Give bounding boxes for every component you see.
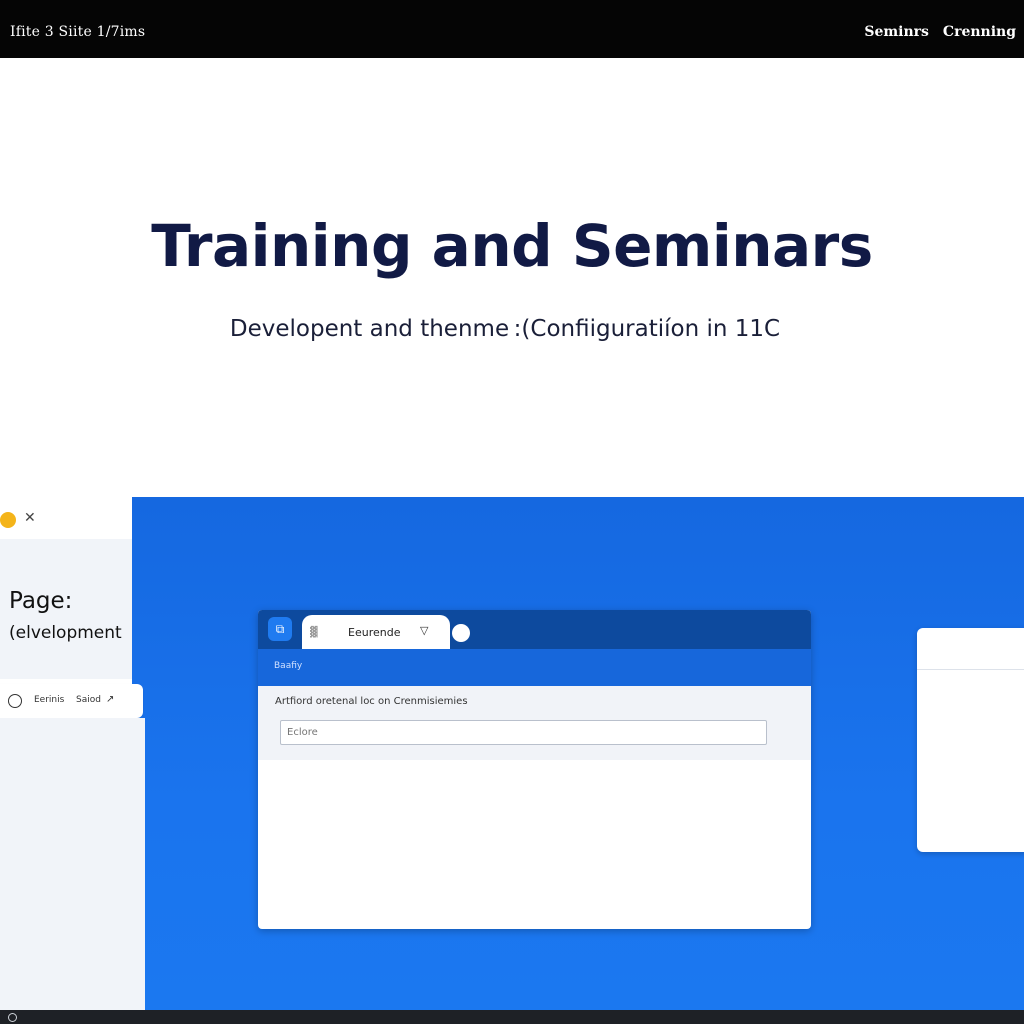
page-label: Page: bbox=[9, 588, 73, 614]
chevron-down-icon[interactable]: ▽ bbox=[420, 624, 428, 637]
page: Ifite 3 Siite 1/7ims Seminrs Crenning Tr… bbox=[0, 0, 1024, 1024]
chip-label-2[interactable]: Saiod bbox=[76, 695, 101, 705]
new-tab-icon[interactable] bbox=[452, 624, 470, 642]
page-value: (elvelopment bbox=[9, 623, 122, 643]
bottom-taskbar bbox=[0, 1010, 1024, 1024]
app-icon[interactable]: ⧉ bbox=[268, 617, 292, 641]
left-panel-lower bbox=[0, 718, 145, 1010]
address-bar[interactable]: Baafiy bbox=[258, 649, 811, 686]
user-circle-icon bbox=[8, 694, 22, 708]
tab-label: Eeurende bbox=[348, 626, 401, 639]
search-input[interactable] bbox=[280, 720, 767, 745]
address-text: Baafiy bbox=[274, 661, 303, 671]
browser-tab-bar: ⧉ ▓ Eeurende ▽ bbox=[258, 610, 811, 649]
right-card[interactable] bbox=[917, 628, 1024, 852]
site-brand[interactable]: Ifite 3 Siite 1/7ims bbox=[10, 24, 145, 40]
nav-item-seminars[interactable]: Seminrs bbox=[864, 24, 929, 40]
right-card-divider bbox=[917, 669, 1024, 670]
form-description: Artfiord oretenal loc on Crenmisiemies bbox=[275, 696, 468, 707]
form-panel: Artfiord oretenal loc on Crenmisiemies bbox=[258, 686, 811, 760]
close-icon[interactable]: ✕ bbox=[24, 510, 36, 526]
arrow-icon[interactable]: ↗ bbox=[106, 694, 114, 705]
chip-label-1[interactable]: Eerinis bbox=[34, 695, 64, 705]
hero-title: Training and Seminars bbox=[151, 212, 873, 280]
browser-tab[interactable]: ▓ Eeurende ▽ bbox=[302, 615, 450, 649]
nav-item-training[interactable]: Crenning bbox=[943, 24, 1016, 40]
top-nav: Seminrs Crenning bbox=[864, 24, 1016, 40]
tab-favicon-icon: ▓ bbox=[310, 627, 318, 638]
hero-subtitle: Developent and thenme :(Confiiguratiíon … bbox=[229, 316, 781, 342]
search-icon[interactable] bbox=[8, 1013, 17, 1022]
top-bar: Ifite 3 Siite 1/7ims Seminrs Crenning bbox=[0, 0, 1024, 58]
left-panel-header bbox=[0, 497, 132, 539]
browser-window: ⧉ ▓ Eeurende ▽ Baafiy Artfiord oretenal … bbox=[258, 610, 811, 929]
status-dot-icon bbox=[0, 512, 16, 528]
